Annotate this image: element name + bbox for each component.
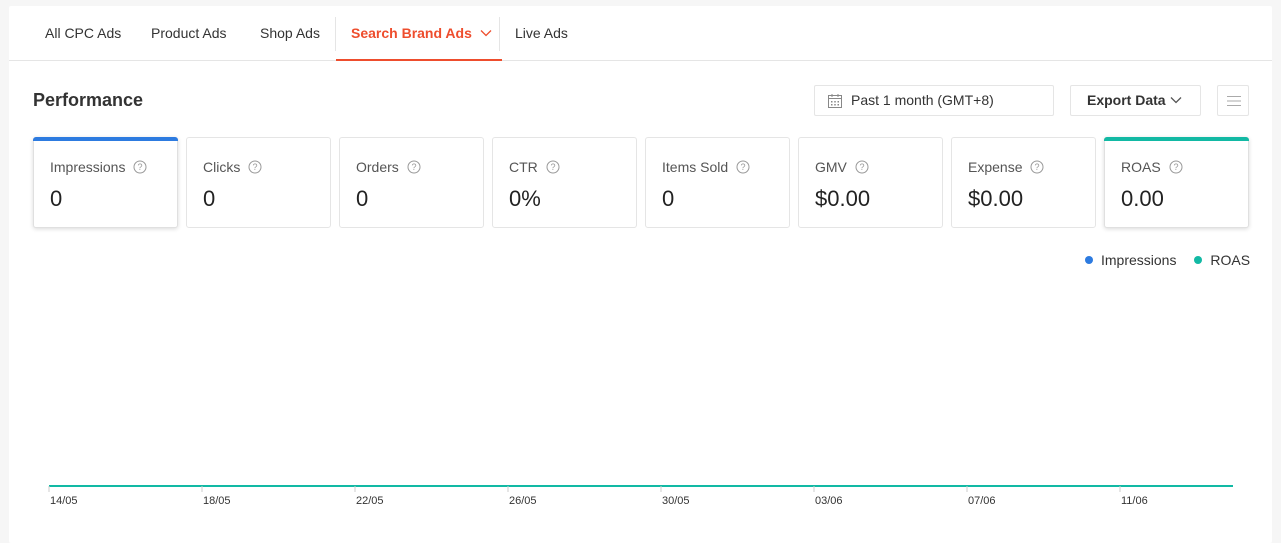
legend-dot <box>1085 256 1093 265</box>
metric-label: GMV? <box>815 159 869 175</box>
legend-dot <box>1194 256 1203 265</box>
x-tick-label: 30/05 <box>662 495 690 507</box>
legend-item-impressions[interactable]: Impressions <box>1085 252 1176 268</box>
help-icon: ? <box>855 160 869 174</box>
ad-type-tabs: All CPC Ads Product Ads Shop Ads Search … <box>9 6 1272 61</box>
metric-value: 0 <box>356 186 369 211</box>
metric-label: Expense? <box>968 159 1044 175</box>
calendar-icon <box>828 94 842 108</box>
metric-card-expense[interactable]: Expense? $0.00 <box>951 137 1096 228</box>
metric-card-orders[interactable]: Orders? 0 <box>339 137 484 228</box>
help-icon: ? <box>133 160 147 174</box>
date-range-label: Past 1 month (GMT+8) <box>851 92 994 108</box>
metric-card-ctr[interactable]: CTR? 0% <box>492 137 637 228</box>
tab-label: Search Brand Ads <box>351 25 472 41</box>
svg-text:?: ? <box>741 162 746 172</box>
tab-label: Live Ads <box>515 25 568 41</box>
export-data-button[interactable]: Export Data <box>1070 85 1201 116</box>
svg-text:?: ? <box>1173 162 1178 172</box>
chart-legend: Impressions ROAS <box>1085 252 1250 268</box>
svg-text:?: ? <box>411 162 416 172</box>
export-data-label: Export Data <box>1087 92 1166 108</box>
metric-value: 0.00 <box>1121 186 1164 211</box>
x-tick-label: 26/05 <box>509 495 537 507</box>
legend-label: Impressions <box>1101 252 1177 268</box>
metric-value: 0% <box>509 186 541 211</box>
menu-icon <box>1227 96 1241 106</box>
help-icon: ? <box>736 160 750 174</box>
chart-menu-button[interactable] <box>1217 85 1249 116</box>
help-icon: ? <box>546 160 560 174</box>
x-tick-label: 22/05 <box>356 495 384 507</box>
help-icon: ? <box>407 160 421 174</box>
metric-card-items-sold[interactable]: Items Sold? 0 <box>645 137 790 228</box>
metric-label: Items Sold? <box>662 159 750 175</box>
chevron-down-icon <box>480 29 492 37</box>
tab-live-ads[interactable]: Live Ads <box>515 6 568 61</box>
metric-label: Orders? <box>356 159 421 175</box>
tab-label: All CPC Ads <box>45 25 122 41</box>
x-tick-label: 14/05 <box>50 495 78 507</box>
x-tick-label: 11/06 <box>1121 495 1148 507</box>
metric-card-impressions[interactable]: Impressions? 0 <box>33 137 178 228</box>
metric-selected-bar <box>1104 137 1249 141</box>
metric-label: ROAS? <box>1121 159 1183 175</box>
legend-label: ROAS <box>1210 252 1251 268</box>
tab-search-brand-ads[interactable]: Search Brand Ads <box>336 6 502 61</box>
metric-value: $0.00 <box>815 186 871 211</box>
ads-performance-card: All CPC Ads Product Ads Shop Ads Search … <box>9 6 1272 543</box>
x-tick-label: 03/06 <box>815 495 843 507</box>
metric-label: Impressions? <box>50 159 147 175</box>
metric-value: $0.00 <box>968 186 1024 211</box>
x-tick-label: 18/05 <box>203 495 231 507</box>
metric-label: Clicks? <box>203 159 262 175</box>
metric-value: 0 <box>50 186 63 211</box>
performance-title: Performance <box>33 90 144 110</box>
svg-text:?: ? <box>859 162 864 172</box>
metric-value: 0 <box>203 186 216 211</box>
svg-text:?: ? <box>550 162 555 172</box>
x-tick-label: 07/06 <box>968 495 996 507</box>
tab-all-cpc-ads[interactable]: All CPC Ads <box>45 6 121 61</box>
metric-label: CTR? <box>509 159 560 175</box>
help-icon: ? <box>248 160 262 174</box>
svg-text:?: ? <box>1035 162 1040 172</box>
tab-label: Shop Ads <box>260 25 320 41</box>
chevron-down-icon <box>1170 97 1182 104</box>
date-range-picker[interactable]: Past 1 month (GMT+8) <box>814 85 1054 116</box>
metric-card-gmv[interactable]: GMV? $0.00 <box>798 137 943 228</box>
metric-value: 0 <box>662 186 675 211</box>
svg-text:?: ? <box>138 162 143 172</box>
metric-card-roas[interactable]: ROAS? 0.00 <box>1104 137 1249 228</box>
performance-line-chart: 14/05 18/05 22/05 26/05 30/05 03/06 07/06 11/06 <box>48 485 1233 507</box>
tab-shop-ads[interactable]: Shop Ads <box>260 6 320 61</box>
help-icon: ? <box>1169 160 1183 174</box>
legend-item-roas[interactable]: ROAS <box>1194 252 1250 268</box>
tab-label: Product Ads <box>151 25 227 41</box>
help-icon: ? <box>1030 160 1044 174</box>
metric-card-clicks[interactable]: Clicks? 0 <box>186 137 331 228</box>
svg-text:?: ? <box>253 162 258 172</box>
metric-selected-bar <box>33 137 178 141</box>
tab-product-ads[interactable]: Product Ads <box>151 6 227 61</box>
tab-divider <box>499 17 500 51</box>
